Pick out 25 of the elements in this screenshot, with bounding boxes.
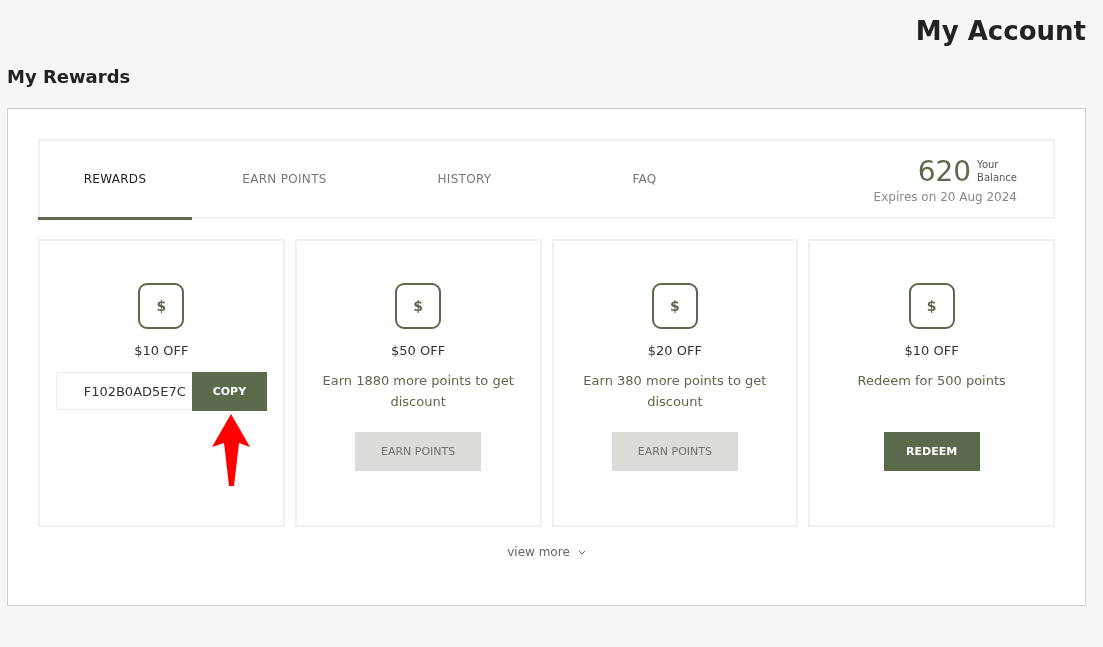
tab[interactable]: EARN POINTS	[197, 141, 372, 220]
copy-button[interactable]: COPY	[191, 372, 267, 411]
page-title: My Account	[914, 15, 1086, 48]
balance-label: Your Balance	[977, 158, 1017, 184]
chevron-down-icon	[577, 549, 586, 555]
expiry-date: Expires on 20 Aug 2024	[873, 189, 1017, 204]
coupon-code-field[interactable]: F102B0AD5E7C	[55, 372, 192, 410]
view-more-link[interactable]: view more	[501, 544, 592, 560]
dollar-icon: $	[651, 283, 698, 329]
points-balance: 620	[917, 154, 972, 188]
reward-title: $10 OFF	[134, 343, 189, 358]
reward-description: Earn 1880 more points to get discount	[321, 372, 515, 411]
reward-title: $20 OFF	[647, 343, 702, 358]
dollar-icon: $	[908, 283, 955, 329]
tab[interactable]: FAQ	[557, 141, 732, 220]
tab[interactable]: REWARDS	[38, 141, 192, 220]
dollar-icon: $	[395, 283, 442, 329]
tab[interactable]: HISTORY	[377, 141, 552, 220]
section-title: My Rewards	[7, 66, 132, 88]
reward-description: Earn 380 more points to get discount	[582, 372, 768, 411]
reward-description: Redeem for 500 points	[856, 372, 1007, 390]
reward-title: $10 OFF	[904, 343, 959, 358]
reward-title: $50 OFF	[391, 343, 446, 358]
dollar-icon: $	[138, 283, 185, 329]
redeem-button[interactable]: REDEEM	[883, 432, 980, 471]
